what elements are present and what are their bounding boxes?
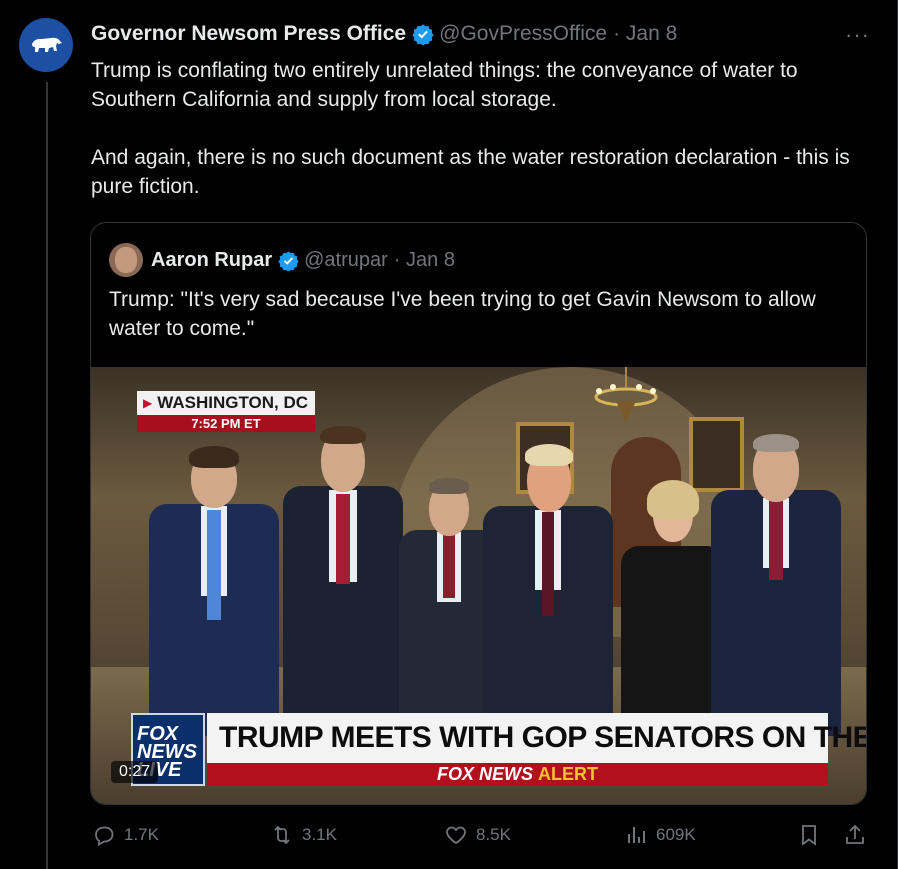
views-count: 609K <box>656 825 696 844</box>
person <box>283 418 403 736</box>
more-options-icon[interactable]: ··· <box>845 22 870 48</box>
reply-count: 1.7K <box>124 825 159 844</box>
share-button[interactable] <box>843 823 874 847</box>
tweet-paragraph: Trump is conflating two entirely unrelat… <box>91 59 798 111</box>
bookmark-icon <box>802 825 816 846</box>
chandelier-icon <box>594 367 658 423</box>
tweet-date[interactable]: · Jan 8 <box>613 22 677 46</box>
person <box>149 436 279 736</box>
quote-date: · Jan 8 <box>393 248 455 271</box>
quote-author-name[interactable]: Aaron Rupar <box>151 249 272 272</box>
video-player[interactable]: ▶ WASHINGTON, DC 7:52 PM ET FOX NEWS LIVE… <box>91 367 866 804</box>
chyron-headline: TRUMP MEETS WITH GOP SENATORS ON THE HIL… <box>207 713 866 763</box>
reply-icon <box>95 826 114 847</box>
quote-author-handle: @atrupar <box>304 248 388 271</box>
heart-icon <box>446 826 466 845</box>
views-chart-icon <box>628 827 645 843</box>
author-name[interactable]: Governor Newsom Press Office <box>91 22 406 46</box>
thread-line <box>46 82 48 869</box>
action-bar: 1.7K 3.1K 8.5K 609K <box>91 823 871 853</box>
repost-icon <box>274 825 290 845</box>
like-count: 8.5K <box>476 825 511 844</box>
california-bear-icon <box>32 37 62 52</box>
views-button[interactable]: 609K <box>623 823 696 847</box>
bookmark-button[interactable] <box>797 823 828 847</box>
person <box>621 474 725 736</box>
broadcast-time: 7:52 PM ET <box>137 415 315 432</box>
alert-brand: FOX NEWS <box>436 764 533 784</box>
quoted-tweet[interactable]: Aaron Rupar @atrupar · Jan 8 Trump: "It'… <box>90 222 867 805</box>
alert-word: ALERT <box>538 764 599 784</box>
quote-avatar[interactable] <box>109 243 143 277</box>
alert-bar: FOX NEWS ALERT <box>207 763 828 785</box>
quote-header: Aaron Rupar @atrupar · Jan 8 <box>109 243 455 277</box>
avatar[interactable] <box>19 18 73 72</box>
quote-text: Trump: "It's very sad because I've been … <box>109 288 816 340</box>
verified-badge-icon <box>412 23 434 45</box>
reply-button[interactable]: 1.7K <box>91 823 159 847</box>
person <box>483 436 613 736</box>
repost-button[interactable]: 3.1K <box>269 823 337 847</box>
video-timecode: 0:27 <box>111 761 159 783</box>
location-text: WASHINGTON, DC <box>157 393 309 412</box>
repost-count: 3.1K <box>302 825 337 844</box>
person <box>711 424 841 736</box>
location-tag: ▶ WASHINGTON, DC 7:52 PM ET <box>137 391 315 432</box>
author-handle[interactable]: @GovPressOffice <box>439 22 607 46</box>
tweet-paragraph: And again, there is no such document as … <box>91 146 850 198</box>
share-icon <box>846 824 864 844</box>
like-button[interactable]: 8.5K <box>443 823 511 847</box>
tweet-header: Governor Newsom Press Office @GovPressOf… <box>91 22 677 46</box>
tweet-text: Trump is conflating two entirely unrelat… <box>91 56 871 201</box>
verified-badge-icon <box>278 250 299 271</box>
play-triangle-icon: ▶ <box>143 396 153 410</box>
news-chyron: FOX NEWS LIVE TRUMP MEETS WITH GOP SENAT… <box>131 713 866 786</box>
